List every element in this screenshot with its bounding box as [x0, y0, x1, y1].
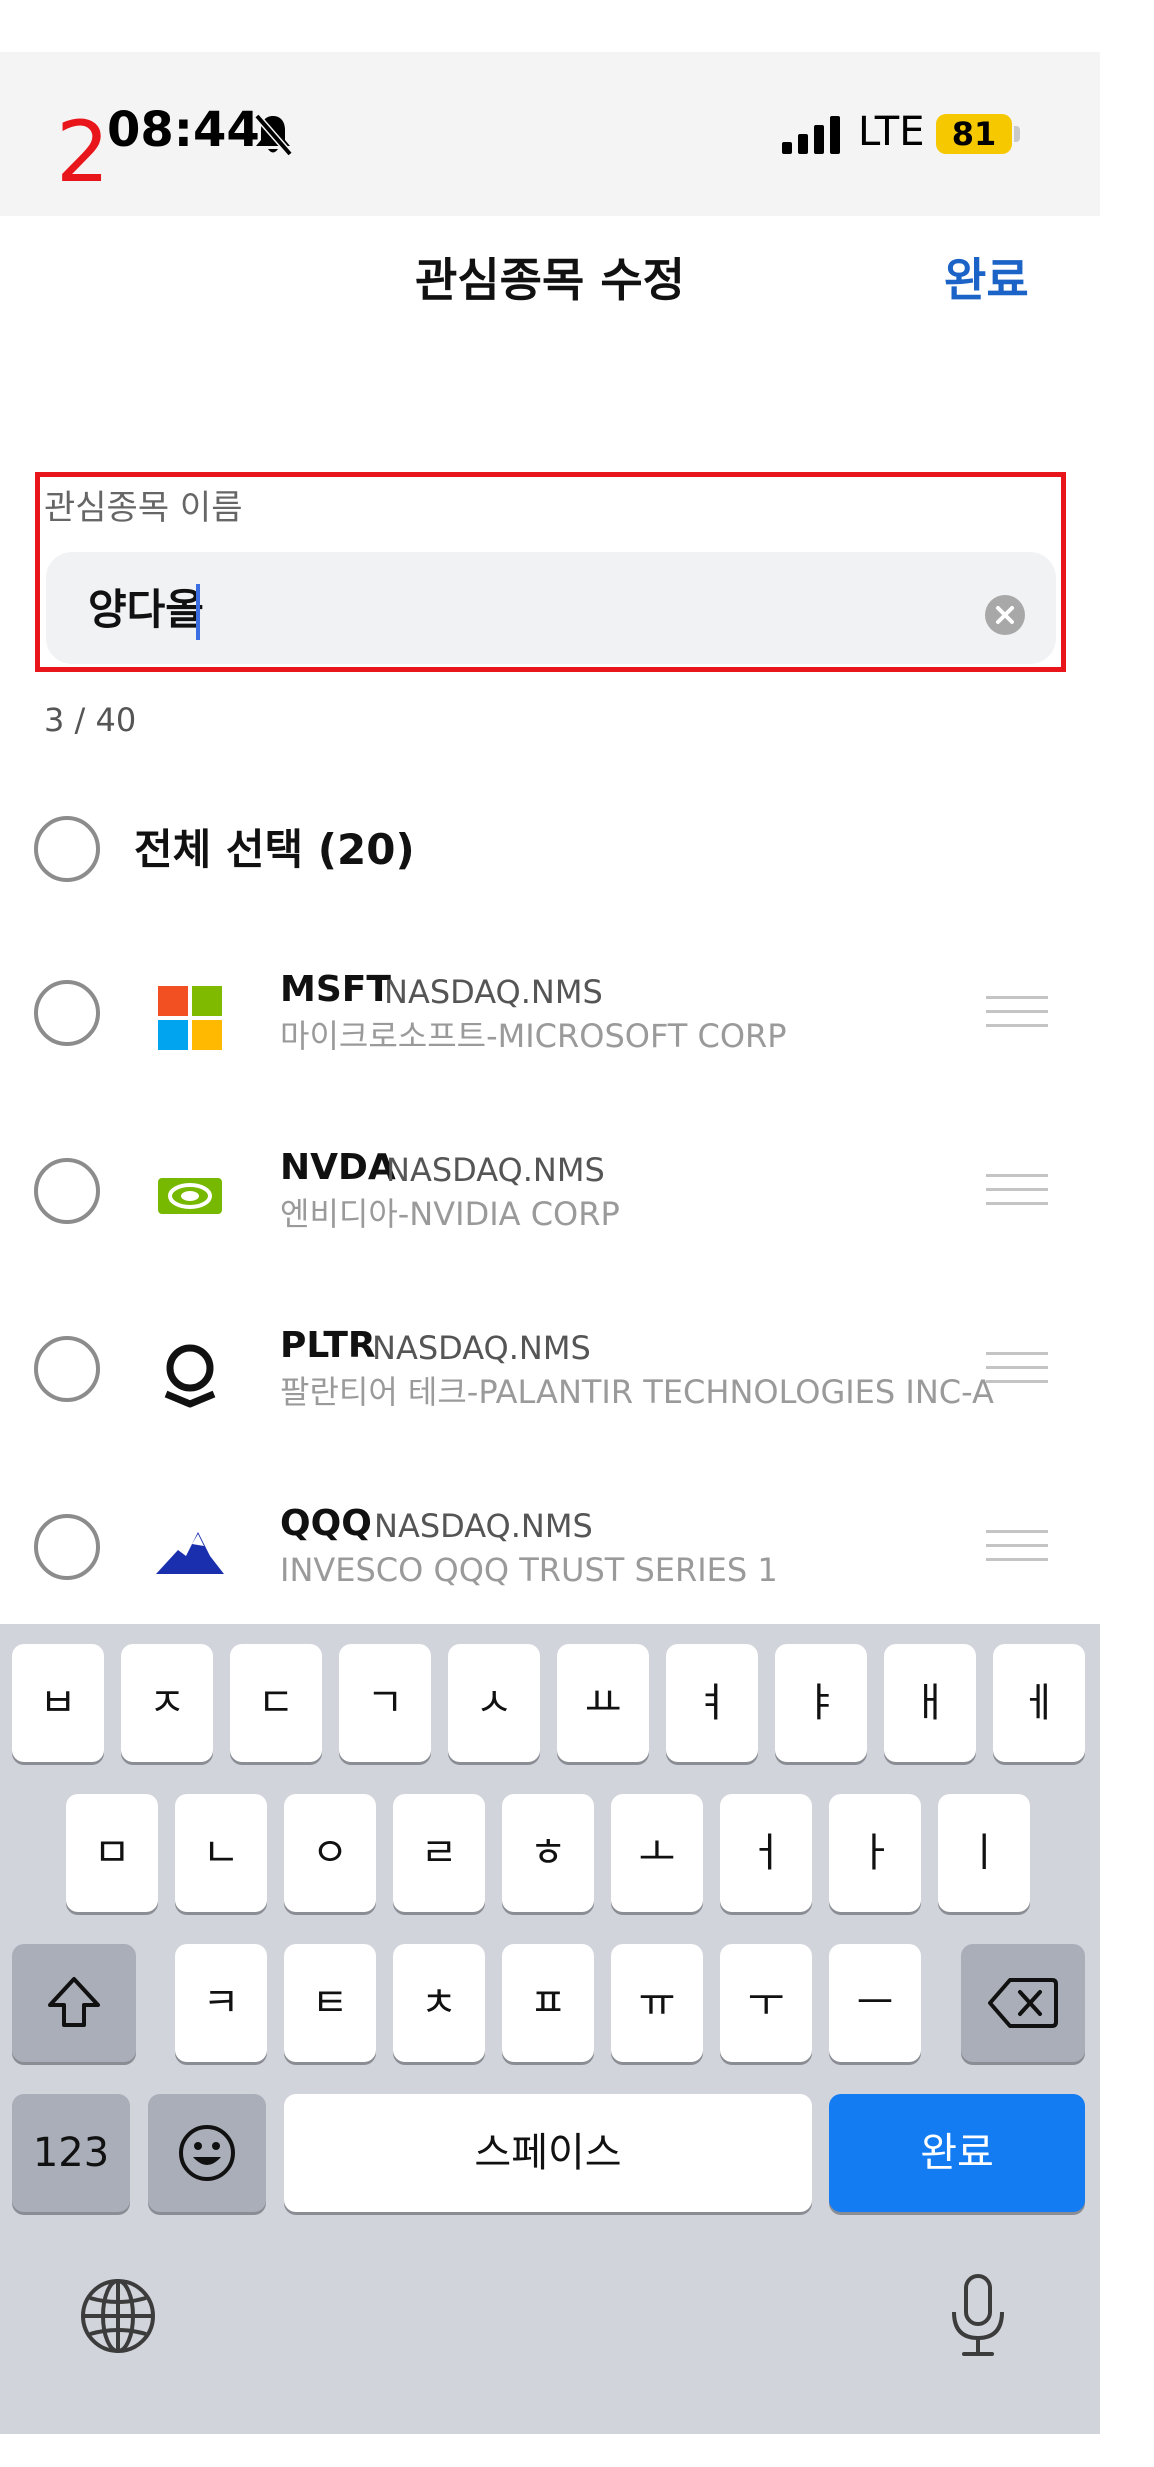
key-yeo[interactable]: ㅕ — [666, 1644, 758, 1762]
row-radio[interactable] — [34, 1336, 100, 1402]
drag-handle-icon[interactable] — [986, 1174, 1048, 1208]
row-radio[interactable] — [34, 980, 100, 1046]
key-ng[interactable]: ㅇ — [284, 1794, 376, 1912]
drag-handle-icon[interactable] — [986, 1352, 1048, 1386]
key-g[interactable]: ㄱ — [339, 1644, 431, 1762]
emoji-key[interactable] — [148, 2094, 266, 2212]
battery-level: 81 — [951, 115, 997, 153]
stock-company: 마이크로소프트-MICROSOFT CORP — [280, 1017, 787, 1055]
list-item[interactable]: PLTR NASDAQ.NMS 팔란티어 테크-PALANTIR TECHNOL… — [0, 1266, 1100, 1446]
key-u[interactable]: ㅜ — [720, 1944, 812, 2062]
nvidia-logo-icon — [158, 1178, 222, 1214]
annotation-highlight-box — [35, 472, 1066, 672]
stock-ticker: PLTR — [280, 1325, 376, 1366]
space-key[interactable]: 스페이스 — [284, 2094, 812, 2212]
stock-exchange: NASDAQ.NMS — [386, 1151, 605, 1189]
key-j[interactable]: ㅈ — [121, 1644, 213, 1762]
key-a[interactable]: ㅏ — [829, 1794, 921, 1912]
backspace-icon — [988, 1978, 1058, 2028]
done-button[interactable]: 완료 — [944, 250, 1029, 310]
drag-handle-icon[interactable] — [986, 1530, 1048, 1564]
key-o[interactable]: ㅗ — [611, 1794, 703, 1912]
stock-company: INVESCO QQQ TRUST SERIES 1 — [280, 1551, 778, 1589]
char-count: 3 / 40 — [44, 701, 137, 739]
globe-icon[interactable] — [78, 2276, 158, 2356]
microsoft-logo-icon — [158, 986, 222, 1050]
shift-icon — [48, 1977, 100, 2027]
select-all-label[interactable]: 전체 선택 (20) — [134, 820, 415, 880]
status-time: 08:44 — [107, 102, 260, 158]
stock-company: 엔비디아-NVIDIA CORP — [280, 1195, 620, 1233]
signal-icon — [782, 116, 840, 154]
key-ch[interactable]: ㅊ — [393, 1944, 485, 2062]
keyboard-done-key[interactable]: 완료 — [829, 2094, 1085, 2212]
emoji-icon — [179, 2125, 235, 2181]
key-i[interactable]: ㅣ — [938, 1794, 1030, 1912]
key-ya[interactable]: ㅑ — [775, 1644, 867, 1762]
delete-key[interactable] — [961, 1944, 1085, 2062]
network-label: LTE — [858, 109, 925, 155]
key-s[interactable]: ㅅ — [448, 1644, 540, 1762]
stock-ticker: NVDA — [280, 1147, 396, 1188]
key-eo[interactable]: ㅓ — [720, 1794, 812, 1912]
key-yo[interactable]: ㅛ — [557, 1644, 649, 1762]
page-title: 관심종목 수정 — [415, 253, 685, 307]
select-all-radio[interactable] — [34, 816, 100, 882]
invesco-logo-icon — [156, 1532, 224, 1574]
key-r[interactable]: ㄹ — [393, 1794, 485, 1912]
key-p[interactable]: ㅍ — [502, 1944, 594, 2062]
shift-key[interactable] — [12, 1944, 136, 2062]
key-eu[interactable]: ㅡ — [829, 1944, 921, 2062]
key-yu[interactable]: ㅠ — [611, 1944, 703, 2062]
numbers-key[interactable]: 123 — [12, 2094, 130, 2212]
list-item[interactable]: MSFT NASDAQ.NMS 마이크로소프트-MICROSOFT CORP — [0, 910, 1100, 1090]
key-e[interactable]: ㅔ — [993, 1644, 1085, 1762]
palantir-logo-icon — [164, 1344, 216, 1408]
key-d[interactable]: ㄷ — [230, 1644, 322, 1762]
list-item[interactable]: QQQ NASDAQ.NMS INVESCO QQQ TRUST SERIES … — [0, 1444, 1100, 1624]
bell-muted-icon — [254, 113, 293, 157]
key-k[interactable]: ㅋ — [175, 1944, 267, 2062]
stock-exchange: NASDAQ.NMS — [374, 1507, 593, 1545]
drag-handle-icon[interactable] — [986, 996, 1048, 1030]
key-m[interactable]: ㅁ — [66, 1794, 158, 1912]
row-radio[interactable] — [34, 1158, 100, 1224]
key-ae[interactable]: ㅐ — [884, 1644, 976, 1762]
step-marker: 2 — [56, 103, 110, 201]
microphone-icon[interactable] — [948, 2272, 1008, 2360]
row-radio[interactable] — [34, 1514, 100, 1580]
keyboard: ㅂ ㅈ ㄷ ㄱ ㅅ ㅛ ㅕ ㅑ ㅐ ㅔ ㅁ ㄴ ㅇ ㄹ ㅎ ㅗ ㅓ ㅏ ㅣ ㅋ … — [0, 1624, 1100, 2434]
stock-ticker: QQQ — [280, 1503, 372, 1544]
stock-company: 팔란티어 테크-PALANTIR TECHNOLOGIES INC-A — [280, 1373, 994, 1411]
key-b[interactable]: ㅂ — [12, 1644, 104, 1762]
key-h[interactable]: ㅎ — [502, 1794, 594, 1912]
key-n[interactable]: ㄴ — [175, 1794, 267, 1912]
key-t[interactable]: ㅌ — [284, 1944, 376, 2062]
battery-tip — [1014, 126, 1020, 142]
stock-ticker: MSFT — [280, 969, 391, 1010]
list-item[interactable]: NVDA NASDAQ.NMS 엔비디아-NVIDIA CORP — [0, 1088, 1100, 1268]
stock-exchange: NASDAQ.NMS — [384, 973, 603, 1011]
stock-exchange: NASDAQ.NMS — [372, 1329, 591, 1367]
